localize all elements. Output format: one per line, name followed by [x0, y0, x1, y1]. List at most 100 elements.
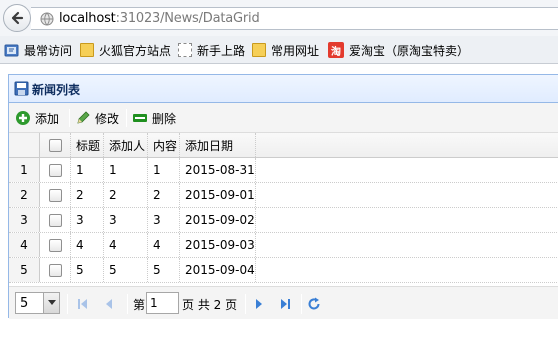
back-arrow-icon — [11, 11, 24, 25]
row-checkbox[interactable] — [48, 263, 62, 277]
first-page-icon[interactable] — [75, 296, 91, 312]
row-number: 2 — [9, 183, 40, 207]
grid-header-row: 标题 添加人 内容 添加日期 — [9, 133, 558, 158]
cell-date: 2015-09-02 — [180, 208, 256, 232]
cell-author: 2 — [104, 183, 148, 207]
row-checkbox[interactable] — [48, 238, 62, 252]
table-row[interactable]: 3 3 3 3 2015-09-02 — [9, 208, 558, 233]
cell-author: 5 — [104, 258, 148, 282]
table-row[interactable]: 2 2 2 2 2015-09-01 — [9, 183, 558, 208]
edit-button[interactable]: 修改 — [75, 108, 119, 128]
cell-author: 3 — [104, 208, 148, 232]
table-row[interactable]: 1 1 1 1 2015-08-31 — [9, 158, 558, 183]
cell-author: 4 — [104, 233, 148, 257]
toolbar-separator — [126, 109, 127, 127]
cell-title: 1 — [71, 158, 104, 182]
panel-header: 新闻列表 — [9, 75, 558, 103]
cell-content: 4 — [148, 233, 180, 257]
row-select-cell — [40, 258, 71, 282]
pager-separator — [245, 294, 246, 314]
pencil-icon — [77, 111, 90, 124]
column-header-date[interactable]: 添加日期 — [180, 133, 256, 157]
add-button-label: 添加 — [35, 111, 60, 126]
cell-content: 3 — [148, 208, 180, 232]
cell-title: 4 — [71, 233, 104, 257]
add-icon — [16, 111, 30, 125]
save-disk-icon — [14, 81, 29, 96]
column-header-content[interactable]: 内容 — [148, 133, 180, 157]
edit-button-label: 修改 — [95, 111, 120, 126]
refresh-icon[interactable] — [306, 296, 322, 312]
pager-separator — [127, 294, 128, 314]
cell-content: 2 — [148, 183, 180, 207]
back-button[interactable] — [3, 4, 31, 32]
cell-date: 2015-09-01 — [180, 183, 256, 207]
url-path: :31023/News/DataGrid — [115, 11, 260, 26]
browser-navbar: localhost:31023/News/DataGrid — [0, 0, 558, 36]
table-row[interactable]: 5 5 5 5 2015-09-04 — [9, 258, 558, 283]
delete-button-label: 删除 — [152, 111, 177, 126]
bookmark-label: 常用网址 — [271, 43, 320, 58]
page-prefix-label: 第 — [133, 298, 146, 312]
cell-author: 1 — [104, 158, 148, 182]
pager-separator — [67, 294, 68, 314]
column-header-title[interactable]: 标题 — [71, 133, 104, 157]
last-page-icon[interactable] — [277, 296, 293, 312]
bookmark-most-visited[interactable]: 最常访问 — [4, 41, 72, 59]
bookmarks-toolbar: 最常访问 火狐官方站点 新手上路 常用网址 淘 爱淘宝（原淘宝特卖） — [0, 36, 558, 64]
panel-title: 新闻列表 — [32, 83, 81, 97]
pager-separator — [301, 294, 302, 314]
bookmark-firefox-official[interactable]: 火狐官方站点 — [80, 41, 171, 59]
page-size-select[interactable]: 5 — [15, 292, 60, 314]
cell-title: 5 — [71, 258, 104, 282]
remove-icon — [133, 114, 147, 122]
cell-content: 5 — [148, 258, 180, 282]
row-select-cell — [40, 183, 71, 207]
cell-date: 2015-09-03 — [180, 233, 256, 257]
cell-date: 2015-08-31 — [180, 158, 256, 182]
delete-button[interactable]: 删除 — [132, 108, 176, 128]
dashed-page-icon — [178, 43, 192, 57]
bookmark-label: 新手上路 — [197, 43, 246, 58]
folder-icon — [80, 43, 94, 57]
cell-title: 3 — [71, 208, 104, 232]
url-text: localhost:31023/News/DataGrid — [59, 11, 260, 26]
row-checkbox[interactable] — [48, 213, 62, 227]
news-datagrid-panel: 新闻列表 添加 修改 删除 标题 添加人 内容 添加日期 1 1 1 1 201… — [8, 74, 558, 319]
pagination-bar: 5 第 1 页 共 2 页 — [9, 286, 558, 319]
row-select-cell — [40, 208, 71, 232]
add-button[interactable]: 添加 — [15, 108, 59, 128]
globe-icon — [40, 12, 54, 26]
row-select-cell — [40, 158, 71, 182]
page-total-label: 页 共 2 页 — [182, 298, 238, 312]
previous-page-icon[interactable] — [101, 296, 117, 312]
dropdown-arrow-icon[interactable] — [43, 293, 59, 313]
folder-icon — [252, 43, 266, 57]
page-size-value: 5 — [20, 296, 29, 311]
toolbar-separator — [69, 109, 70, 127]
taobao-icon: 淘 — [328, 42, 344, 58]
row-checkbox[interactable] — [48, 163, 62, 177]
bookmark-getting-started[interactable]: 新手上路 — [178, 41, 245, 59]
bookmark-aitaobao[interactable]: 淘 爱淘宝（原淘宝特卖） — [328, 41, 469, 59]
bookmark-common-sites[interactable]: 常用网址 — [252, 41, 319, 59]
url-host: localhost — [59, 11, 116, 26]
bookmarks-menu-icon — [4, 44, 19, 56]
bookmark-label: 最常访问 — [24, 43, 73, 58]
table-row[interactable]: 4 4 4 4 2015-09-03 — [9, 233, 558, 258]
next-page-icon[interactable] — [251, 296, 267, 312]
cell-content: 1 — [148, 158, 180, 182]
bookmark-label: 爱淘宝（原淘宝特卖） — [349, 43, 470, 58]
row-number: 1 — [9, 158, 40, 182]
row-select-cell — [40, 233, 71, 257]
bookmark-label: 火狐官方站点 — [99, 43, 172, 58]
row-checkbox[interactable] — [48, 188, 62, 202]
url-bar[interactable]: localhost:31023/News/DataGrid — [31, 7, 558, 30]
cell-title: 2 — [71, 183, 104, 207]
cell-date: 2015-09-04 — [180, 258, 256, 282]
column-header-author[interactable]: 添加人 — [104, 133, 148, 157]
page-number-input[interactable]: 1 — [146, 292, 179, 314]
select-all-checkbox[interactable] — [48, 138, 62, 152]
row-number: 4 — [9, 233, 40, 257]
rownum-header — [9, 133, 40, 157]
